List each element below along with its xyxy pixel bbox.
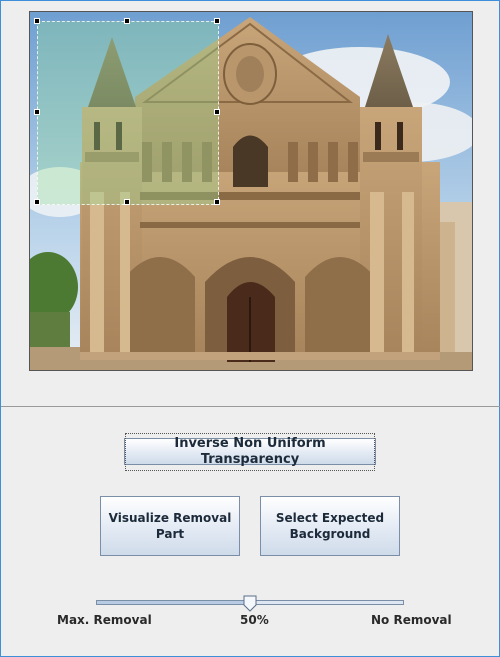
selection-handle-bottom-left[interactable]: [34, 199, 40, 205]
removal-slider-thumb[interactable]: [243, 595, 257, 612]
visualize-removal-label-line2: Part: [155, 527, 185, 541]
slider-max-label: No Removal: [371, 613, 452, 627]
selection-handle-bottom-right[interactable]: [214, 199, 220, 205]
inverse-transparency-label: Inverse Non Uniform Transparency: [125, 432, 375, 471]
selection-handle-top-right[interactable]: [214, 18, 220, 24]
image-canvas[interactable]: [29, 11, 473, 371]
selection-handle-top-left[interactable]: [34, 18, 40, 24]
panel-divider[interactable]: [1, 406, 500, 407]
selection-handle-middle-left[interactable]: [34, 109, 40, 115]
select-background-button[interactable]: Select Expected Background: [260, 496, 400, 556]
selection-handle-top-middle[interactable]: [124, 18, 130, 24]
app-window: Inverse Non Uniform Transparency Visuali…: [0, 0, 500, 657]
select-background-label-line1: Select Expected: [275, 511, 385, 525]
selection-handle-middle-right[interactable]: [214, 109, 220, 115]
selection-rectangle[interactable]: [37, 21, 219, 205]
removal-slider-fill: [97, 601, 250, 604]
visualize-removal-label-line1: Visualize Removal: [108, 511, 232, 525]
visualize-removal-button[interactable]: Visualize Removal Part: [100, 496, 240, 556]
selection-handle-bottom-middle[interactable]: [124, 199, 130, 205]
inverse-transparency-button[interactable]: Inverse Non Uniform Transparency: [124, 432, 376, 471]
slider-min-label: Max. Removal: [57, 613, 152, 627]
slider-value-label: 50%: [240, 613, 269, 627]
select-background-label-line2: Background: [289, 527, 371, 541]
